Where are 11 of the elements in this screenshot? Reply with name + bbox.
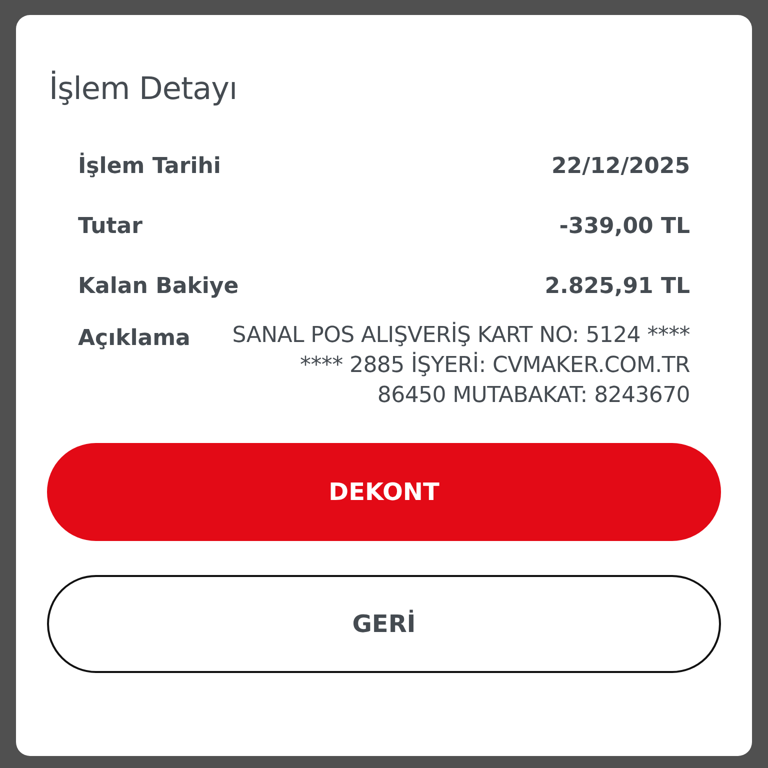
description-text: SANAL POS ALIŞVERİŞ KART NO: 5124 **** **** 2885 İŞYERİ: CVMAKER.COM.TR 86450 MUTABAKAT: 8243670 <box>231 321 690 410</box>
receipt-button[interactable]: DEKONT <box>47 443 721 541</box>
field-label: Kalan Bakiye <box>78 273 239 301</box>
field-value: -339,00 TL <box>559 213 690 241</box>
field-label: Açıklama <box>78 325 190 353</box>
field-label: Tutar <box>78 213 142 241</box>
field-value: 2.825,91 TL <box>544 273 690 301</box>
field-label: İşlem Tarihi <box>78 152 221 181</box>
field-value: 22/12/2025 <box>551 153 690 181</box>
back-button[interactable]: GERİ <box>47 575 721 673</box>
dialog-title: İşlem Detayı <box>49 70 238 109</box>
